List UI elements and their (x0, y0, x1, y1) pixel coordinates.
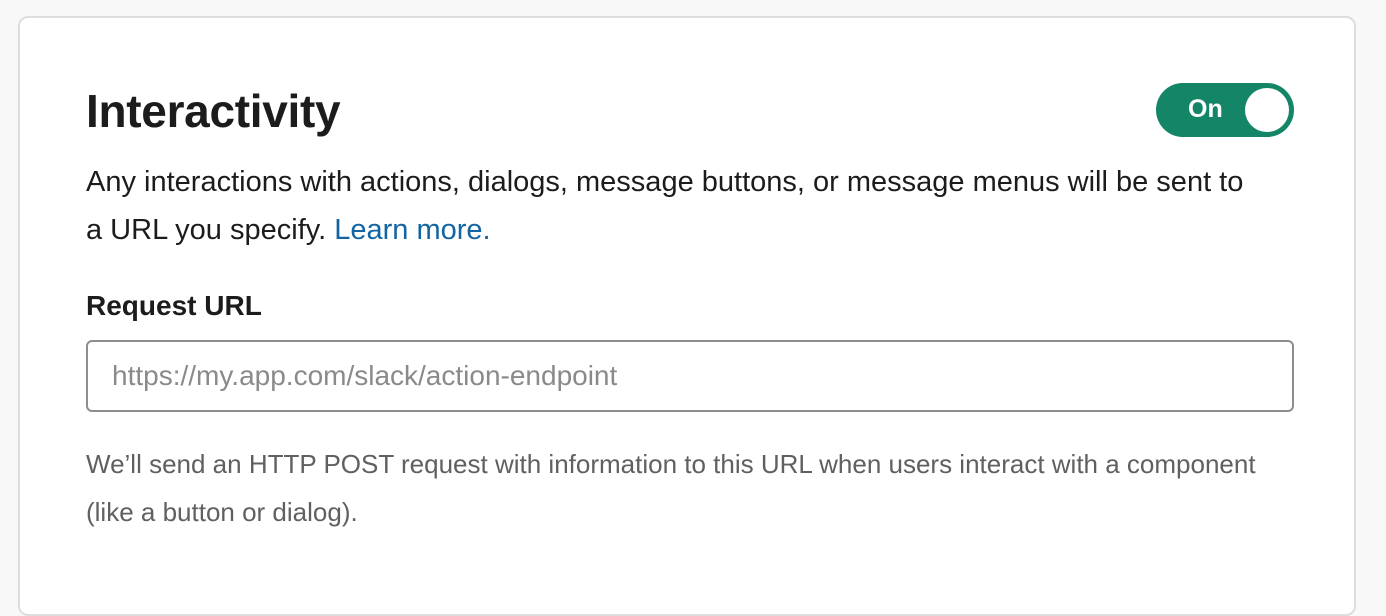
request-url-input[interactable] (86, 340, 1294, 412)
toggle-knob (1245, 88, 1289, 132)
toggle-label: On (1188, 95, 1223, 123)
learn-more-link[interactable]: Learn more. (334, 214, 490, 246)
section-title: Interactivity (86, 85, 341, 137)
request-url-label: Request URL (86, 290, 262, 321)
description-text: Any interactions with actions, dialogs, … (86, 166, 1244, 246)
section-description: Any interactions with actions, dialogs, … (86, 158, 1266, 254)
interactivity-card: Interactivity On Any interactions with a… (18, 16, 1356, 616)
request-url-hint: We’ll send an HTTP POST request with inf… (86, 449, 1256, 527)
interactivity-toggle[interactable]: On (1156, 83, 1294, 137)
